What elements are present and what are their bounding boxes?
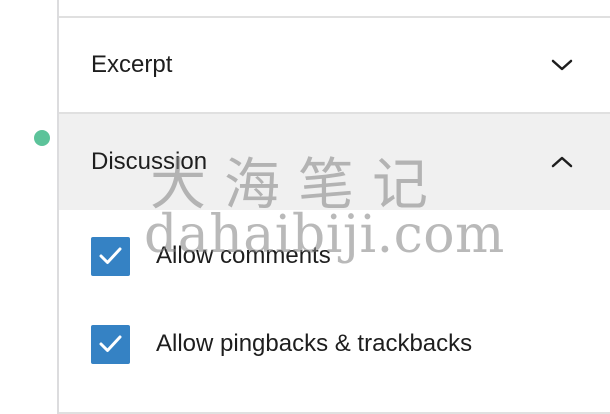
post-settings-panel: Excerpt Discussion Allow comments Allow …: [57, 0, 610, 414]
editor-sidebar-screenshot: Excerpt Discussion Allow comments Allow …: [0, 0, 610, 414]
excerpt-section-toggle[interactable]: Excerpt: [59, 18, 610, 114]
allow-comments-label: Allow comments: [156, 242, 331, 269]
discussion-section-toggle[interactable]: Discussion: [59, 114, 610, 210]
discussion-options: Allow comments Allow pingbacks & trackba…: [91, 228, 591, 404]
allow-pingbacks-trackbacks-label: Allow pingbacks & trackbacks: [156, 330, 473, 357]
status-dot: [34, 130, 50, 146]
allow-pingbacks-trackbacks-row[interactable]: Allow pingbacks & trackbacks: [91, 316, 591, 372]
discussion-title: Discussion: [91, 148, 208, 175]
chevron-up-icon[interactable]: [548, 152, 576, 172]
chevron-down-icon[interactable]: [548, 55, 576, 75]
allow-pingbacks-trackbacks-checkbox[interactable]: [91, 324, 130, 364]
allow-comments-row[interactable]: Allow comments: [91, 228, 591, 284]
check-icon: [99, 247, 122, 264]
excerpt-title: Excerpt: [91, 51, 173, 78]
left-gutter: [0, 0, 58, 414]
check-icon: [99, 335, 122, 352]
allow-comments-checkbox[interactable]: [91, 236, 130, 276]
